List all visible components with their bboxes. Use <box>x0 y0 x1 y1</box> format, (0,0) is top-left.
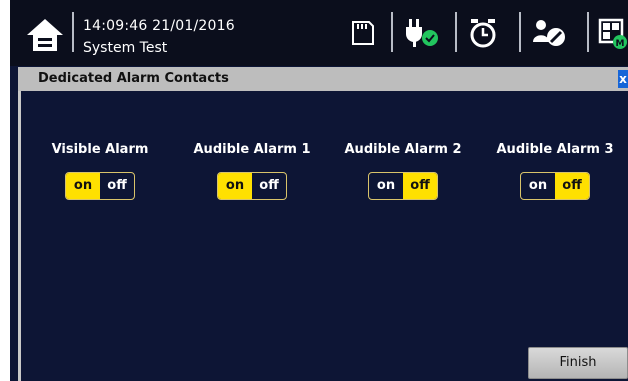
panel-title-bar: Dedicated Alarm Contacts x <box>18 67 628 91</box>
alarm-visible: Visible Alarm on off <box>20 142 180 200</box>
datetime: 14:09:46 21/01/2016 <box>83 18 235 34</box>
window-layout-icon[interactable]: M <box>598 16 628 50</box>
power-plug-ok-icon[interactable] <box>402 16 438 50</box>
alarm-audible-3: Audible Alarm 3 on off <box>475 142 628 200</box>
divider <box>391 12 393 52</box>
divider <box>72 12 74 52</box>
alarm-label: Audible Alarm 2 <box>344 142 462 157</box>
toggle-on-option[interactable]: on <box>66 173 100 199</box>
alarm-toggle[interactable]: on off <box>368 172 438 200</box>
panel-left-border <box>18 91 21 381</box>
toggle-off-option[interactable]: off <box>100 173 134 199</box>
divider <box>587 12 589 52</box>
home-icon[interactable] <box>24 14 66 56</box>
finish-button[interactable]: Finish <box>528 347 628 379</box>
alarm-toggle[interactable]: on off <box>217 172 287 200</box>
toggle-on-option[interactable]: on <box>369 173 403 199</box>
svg-text:M: M <box>616 39 625 49</box>
wrench-user-icon[interactable] <box>530 16 565 50</box>
alarm-audible-1: Audible Alarm 1 on off <box>172 142 332 200</box>
alarm-toggle[interactable]: on off <box>520 172 590 200</box>
divider <box>519 12 521 52</box>
top-bar: 14:09:46 21/01/2016 System Test M <box>10 0 628 66</box>
toggle-on-option[interactable]: on <box>521 173 555 199</box>
alarm-clock-icon[interactable] <box>466 16 500 50</box>
toggle-on-option[interactable]: on <box>218 173 252 199</box>
sd-card-icon[interactable] <box>345 16 379 50</box>
panel-title: Dedicated Alarm Contacts <box>38 71 229 86</box>
alarm-label: Visible Alarm <box>51 142 149 157</box>
alarm-label: Audible Alarm 1 <box>193 142 311 157</box>
alarm-label: Audible Alarm 3 <box>496 142 614 157</box>
alarm-toggle[interactable]: on off <box>65 172 135 200</box>
toggle-off-option[interactable]: off <box>555 173 589 199</box>
status-text: System Test <box>83 40 168 56</box>
close-icon[interactable]: x <box>618 70 628 88</box>
toggle-off-option[interactable]: off <box>403 173 437 199</box>
toggle-off-option[interactable]: off <box>252 173 286 199</box>
divider <box>455 12 457 52</box>
alarm-audible-2: Audible Alarm 2 on off <box>323 142 483 200</box>
